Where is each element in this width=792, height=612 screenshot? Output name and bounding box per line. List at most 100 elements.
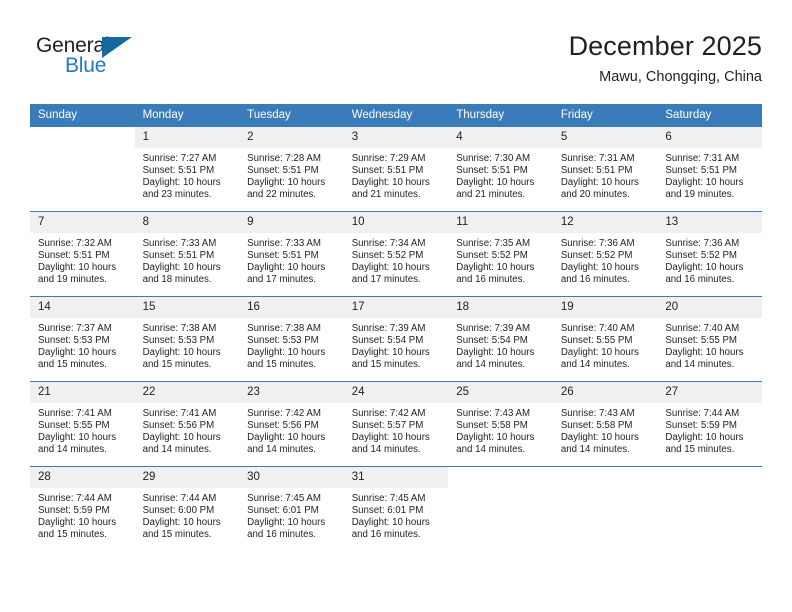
calendar-day-cell[interactable]: 17 Sunrise: 7:39 AM Sunset: 5:54 PM Dayligh…: [343, 296, 449, 382]
day-daylight-line1-text: Daylight: 10 hours: [351, 262, 430, 274]
day-number: 13: [657, 212, 762, 233]
calendar-day-cell[interactable]: 21 Sunrise: 7:41 AM Sunset: 5:55 PM Dayligh…: [30, 381, 135, 467]
day-daylight-line1-text: Daylight: 10 hours: [665, 347, 744, 359]
day-daylight-line2-text: and 18 minutes.: [142, 274, 212, 286]
calendar-day-cell[interactable]: 13 Sunrise: 7:36 AM Sunset: 5:52 PM Dayligh…: [657, 211, 762, 297]
day-sunrise-text: Sunrise: 7:38 AM: [142, 323, 217, 334]
calendar-day-cell[interactable]: 24 Sunrise: 7:42 AM Sunset: 5:57 PM Dayligh…: [343, 381, 449, 467]
calendar-day-cell[interactable]: 20 Sunrise: 7:40 AM Sunset: 5:55 PM Dayligh…: [657, 296, 762, 382]
calendar-day-cell[interactable]: 10 Sunrise: 7:34 AM Sunset: 5:52 PM Dayligh…: [343, 211, 449, 297]
day-sunset-text: Sunset: 5:52 PM: [560, 250, 633, 262]
day-sun-info: Sunrise: 7:42 AM Sunset: 5:57 PM Daylight:…: [344, 403, 449, 456]
day-daylight-line1-text: Daylight: 10 hours: [247, 177, 326, 189]
day-sunset-text: Sunset: 5:51 PM: [560, 165, 633, 177]
calendar-day-cell[interactable]: 25 Sunrise: 7:43 AM Sunset: 5:58 PM Dayligh…: [448, 381, 553, 467]
day-sun-info: Sunrise: 7:27 AM Sunset: 5:51 PM Daylight:…: [135, 148, 240, 201]
calendar-day-cell[interactable]: 14 Sunrise: 7:37 AM Sunset: 5:53 PM Dayligh…: [30, 296, 135, 382]
calendar-day-cell[interactable]: 31 Sunrise: 7:45 AM Sunset: 6:01 PM Dayligh…: [343, 466, 449, 551]
day-number: 6: [657, 127, 762, 148]
calendar-day-cell[interactable]: 12 Sunrise: 7:36 AM Sunset: 5:52 PM Dayligh…: [552, 211, 658, 297]
calendar-day-cell[interactable]: 27 Sunrise: 7:44 AM Sunset: 5:59 PM Dayligh…: [657, 381, 762, 467]
day-number: 16: [239, 297, 344, 318]
calendar-day-cell[interactable]: 2 Sunrise: 7:28 AM Sunset: 5:51 PM Daylight…: [239, 126, 344, 212]
calendar-day-cell[interactable]: 19 Sunrise: 7:40 AM Sunset: 5:55 PM Dayligh…: [552, 296, 658, 382]
day-daylight-line2-text: and 16 minutes.: [351, 529, 421, 541]
calendar-week-row: 7 Sunrise: 7:32 AM Sunset: 5:51 PM Daylight…: [30, 211, 762, 297]
calendar-day-cell[interactable]: 4 Sunrise: 7:30 AM Sunset: 5:51 PM Daylight…: [448, 126, 553, 212]
calendar-day-cell[interactable]: 3 Sunrise: 7:29 AM Sunset: 5:51 PM Daylight…: [343, 126, 449, 212]
calendar-day-cell[interactable]: 8 Sunrise: 7:33 AM Sunset: 5:51 PM Daylight…: [134, 211, 240, 297]
day-sunrise-text: Sunrise: 7:42 AM: [351, 408, 426, 419]
weekday-header-thursday: Thursday: [448, 104, 553, 127]
day-daylight-line1-text: Daylight: 10 hours: [665, 177, 744, 189]
day-sun-info: Sunrise: 7:31 AM Sunset: 5:51 PM Daylight:…: [553, 148, 658, 201]
day-daylight-line2-text: and 19 minutes.: [665, 189, 735, 201]
triangle-icon: [102, 37, 132, 58]
day-daylight-line1-text: Daylight: 10 hours: [665, 262, 744, 274]
day-number: 28: [30, 467, 135, 488]
day-number: [448, 467, 553, 488]
day-sunset-text: Sunset: 5:51 PM: [142, 250, 215, 262]
day-sun-info: Sunrise: 7:33 AM Sunset: 5:51 PM Daylight:…: [135, 233, 240, 286]
day-sunset-text: Sunset: 5:59 PM: [665, 420, 737, 432]
day-daylight-line1-text: Daylight: 10 hours: [142, 262, 221, 274]
calendar-day-cell[interactable]: 11 Sunrise: 7:35 AM Sunset: 5:52 PM Dayligh…: [448, 211, 553, 297]
day-sunrise-text: Sunrise: 7:40 AM: [665, 323, 740, 334]
calendar-day-cell[interactable]: 7 Sunrise: 7:32 AM Sunset: 5:51 PM Daylight…: [30, 211, 135, 297]
day-sun-info: Sunrise: 7:45 AM Sunset: 6:01 PM Daylight:…: [239, 488, 344, 541]
calendar-day-cell[interactable]: 23 Sunrise: 7:42 AM Sunset: 5:56 PM Dayligh…: [239, 381, 344, 467]
day-number: [30, 127, 135, 148]
day-number: 18: [448, 297, 553, 318]
day-daylight-line2-text: and 15 minutes.: [351, 359, 421, 371]
day-number: 17: [343, 297, 449, 318]
calendar-day-cell[interactable]: 15 Sunrise: 7:38 AM Sunset: 5:53 PM Dayligh…: [134, 296, 240, 382]
calendar-day-cell[interactable]: 18 Sunrise: 7:39 AM Sunset: 5:54 PM Dayligh…: [448, 296, 553, 382]
day-sunrise-text: Sunrise: 7:38 AM: [247, 323, 321, 334]
day-sun-info: Sunrise: 7:41 AM Sunset: 5:55 PM Daylight:…: [30, 403, 135, 456]
calendar-day-cell[interactable]: 29 Sunrise: 7:44 AM Sunset: 6:00 PM Dayligh…: [134, 466, 240, 551]
day-daylight-line1-text: Daylight: 10 hours: [142, 432, 221, 444]
day-daylight-line2-text: and 14 minutes.: [456, 444, 526, 456]
day-daylight-line2-text: and 17 minutes.: [247, 274, 317, 286]
weekday-header-friday: Friday: [552, 104, 658, 127]
day-number: 20: [657, 297, 762, 318]
day-sunrise-text: Sunrise: 7:39 AM: [456, 323, 531, 334]
day-sunrise-text: Sunrise: 7:33 AM: [142, 238, 217, 249]
day-number: 26: [552, 382, 658, 403]
day-daylight-line1-text: Daylight: 10 hours: [560, 432, 639, 444]
day-daylight-line1-text: Daylight: 10 hours: [142, 517, 221, 529]
day-daylight-line1-text: Daylight: 10 hours: [560, 262, 639, 274]
general-blue-logo[interactable]: General Blue: [36, 34, 226, 90]
day-sunset-text: Sunset: 5:55 PM: [560, 335, 633, 347]
calendar-day-cell[interactable]: 28 Sunrise: 7:44 AM Sunset: 5:59 PM Dayligh…: [30, 466, 135, 551]
day-daylight-line2-text: and 14 minutes.: [142, 444, 212, 456]
day-sunrise-text: Sunrise: 7:37 AM: [38, 323, 112, 334]
day-number: 21: [30, 382, 135, 403]
calendar-day-cell[interactable]: 6 Sunrise: 7:31 AM Sunset: 5:51 PM Daylight…: [657, 126, 762, 212]
day-sunrise-text: Sunrise: 7:42 AM: [247, 408, 321, 419]
day-daylight-line2-text: and 21 minutes.: [456, 189, 526, 201]
day-number: 15: [134, 297, 240, 318]
calendar-day-cell[interactable]: 30 Sunrise: 7:45 AM Sunset: 6:01 PM Dayligh…: [239, 466, 344, 551]
day-sunset-text: Sunset: 5:54 PM: [456, 335, 528, 347]
day-sunrise-text: Sunrise: 7:30 AM: [456, 153, 531, 164]
day-sunrise-text: Sunrise: 7:39 AM: [351, 323, 426, 334]
calendar-day-cell[interactable]: 22 Sunrise: 7:41 AM Sunset: 5:56 PM Dayligh…: [134, 381, 240, 467]
day-daylight-line2-text: and 21 minutes.: [351, 189, 421, 201]
day-sunrise-text: Sunrise: 7:44 AM: [38, 493, 112, 504]
title-block: December 2025 Mawu, Chongqing, China: [569, 30, 762, 87]
day-daylight-line1-text: Daylight: 10 hours: [351, 347, 430, 359]
day-sun-info: Sunrise: 7:31 AM Sunset: 5:51 PM Daylight:…: [657, 148, 762, 201]
day-daylight-line1-text: Daylight: 10 hours: [456, 262, 535, 274]
day-daylight-line2-text: and 22 minutes.: [247, 189, 317, 201]
calendar-day-cell[interactable]: 9 Sunrise: 7:33 AM Sunset: 5:51 PM Daylight…: [239, 211, 344, 297]
calendar-page: General Blue December 2025 Mawu, Chongqi…: [0, 0, 792, 612]
calendar-day-cell[interactable]: 5 Sunrise: 7:31 AM Sunset: 5:51 PM Daylight…: [552, 126, 658, 212]
calendar-empty-cell: [657, 466, 762, 551]
day-daylight-line1-text: Daylight: 10 hours: [351, 517, 430, 529]
calendar-day-cell[interactable]: 16 Sunrise: 7:38 AM Sunset: 5:53 PM Dayligh…: [239, 296, 344, 382]
calendar-day-cell[interactable]: 1 Sunrise: 7:27 AM Sunset: 5:51 PM Daylight…: [134, 126, 240, 212]
day-sun-info: Sunrise: 7:42 AM Sunset: 5:56 PM Daylight:…: [239, 403, 344, 456]
day-sunrise-text: Sunrise: 7:28 AM: [247, 153, 321, 164]
calendar-day-cell[interactable]: 26 Sunrise: 7:43 AM Sunset: 5:58 PM Dayligh…: [552, 381, 658, 467]
